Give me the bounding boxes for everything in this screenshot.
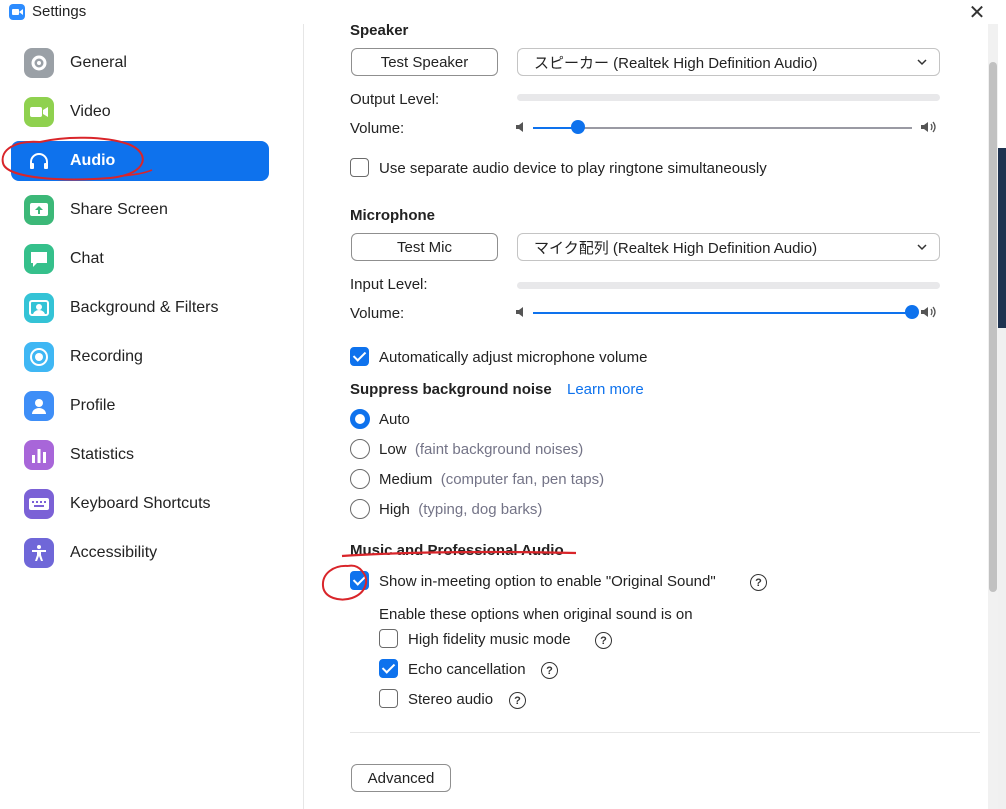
test-speaker-button[interactable]: Test Speaker	[351, 48, 498, 76]
sidebar-item-share-screen[interactable]: Share Screen	[11, 190, 269, 230]
output-level-meter	[517, 94, 940, 101]
suppress-auto-label: Auto	[379, 411, 410, 428]
help-icon[interactable]: ?	[541, 662, 558, 679]
window-title: Settings	[32, 3, 87, 20]
speaker-device-select[interactable]: スピーカー (Realtek High Definition Audio)	[517, 48, 940, 76]
original-sound-label: Show in-meeting option to enable "Origin…	[379, 573, 716, 590]
sidebar-item-background-filters[interactable]: Background & Filters	[11, 288, 269, 328]
echo-cancellation-checkbox[interactable]	[379, 659, 398, 678]
original-sound-caption: Enable these options when original sound…	[379, 606, 693, 623]
learn-more-link[interactable]: Learn more	[567, 381, 644, 398]
scrollbar-thumb[interactable]	[989, 62, 997, 592]
speaker-volume-label: Volume:	[350, 120, 405, 137]
share-screen-icon	[24, 195, 54, 225]
sidebar-item-general[interactable]: General	[11, 43, 269, 83]
close-button[interactable]: ✕	[962, 0, 992, 24]
sidebar-item-label: General	[70, 54, 127, 71]
speaker-volume-thumb[interactable]	[571, 120, 585, 134]
background-icon	[24, 293, 54, 323]
headphones-icon	[24, 146, 54, 176]
suppress-low-label: Low (faint background noises)	[379, 441, 584, 458]
sidebar-item-label: Profile	[70, 397, 116, 414]
test-mic-button[interactable]: Test Mic	[351, 233, 498, 261]
auto-adjust-mic-label: Automatically adjust microphone volume	[379, 349, 648, 366]
chevron-down-icon	[917, 59, 927, 66]
close-icon: ✕	[968, 1, 986, 24]
ringtone-separate-device-checkbox[interactable]	[350, 158, 369, 177]
sidebar-item-recording[interactable]: Recording	[11, 337, 269, 377]
sidebar-item-chat[interactable]: Chat	[11, 239, 269, 279]
echo-cancellation-label: Echo cancellation	[408, 661, 526, 678]
background-window-edge	[998, 328, 1006, 809]
input-level-label: Input Level:	[350, 276, 428, 293]
stereo-audio-label: Stereo audio	[408, 691, 494, 708]
microphone-device-select[interactable]: マイク配列 (Realtek High Definition Audio)	[517, 233, 940, 261]
volume-high-icon	[921, 121, 936, 133]
keyboard-icon	[24, 489, 54, 519]
mic-volume-fill	[533, 312, 912, 314]
sidebar-item-label: Audio	[70, 152, 116, 169]
section-divider	[350, 732, 980, 733]
help-icon[interactable]: ?	[595, 632, 612, 649]
audio-settings-panel: Speaker Test Speaker スピーカー (Realtek High…	[304, 24, 988, 809]
profile-icon	[24, 391, 54, 421]
ringtone-separate-device-label: Use separate audio device to play ringto…	[379, 160, 767, 177]
sidebar-item-label: Background & Filters	[70, 299, 219, 316]
high-fidelity-label: High fidelity music mode	[408, 631, 571, 648]
original-sound-checkbox[interactable]	[350, 571, 369, 590]
background-window-edge	[998, 148, 1006, 328]
speaker-volume-track[interactable]	[533, 127, 912, 129]
video-icon	[24, 97, 54, 127]
suppress-medium-radio[interactable]	[350, 469, 370, 489]
zoom-app-icon	[9, 4, 25, 20]
suppress-high-radio[interactable]	[350, 499, 370, 519]
recording-icon	[24, 342, 54, 372]
high-fidelity-checkbox[interactable]	[379, 629, 398, 648]
sidebar-item-label: Recording	[70, 348, 143, 365]
accessibility-icon	[24, 538, 54, 568]
suppress-medium-label: Medium (computer fan, pen taps)	[379, 471, 605, 488]
sidebar-item-statistics[interactable]: Statistics	[11, 435, 269, 475]
speaker-device-value: スピーカー (Realtek High Definition Audio)	[534, 54, 818, 72]
main-scrollbar[interactable]	[988, 24, 998, 809]
suppress-auto-radio[interactable]	[350, 409, 370, 429]
help-icon[interactable]: ?	[750, 574, 767, 591]
volume-high-icon	[921, 306, 936, 318]
volume-low-icon	[516, 122, 523, 132]
sidebar-item-label: Share Screen	[70, 201, 168, 218]
input-level-meter	[517, 282, 940, 289]
suppress-high-label: High (typing, dog barks)	[379, 501, 543, 518]
sidebar-item-label: Video	[70, 103, 111, 120]
advanced-button[interactable]: Advanced	[351, 764, 451, 792]
sidebar-item-video[interactable]: Video	[11, 92, 269, 132]
settings-sidebar: General Video Audio Share Screen Chat Ba…	[0, 24, 304, 809]
microphone-device-value: マイク配列 (Realtek High Definition Audio)	[534, 239, 818, 257]
help-icon[interactable]: ?	[509, 692, 526, 709]
sidebar-item-audio[interactable]: Audio	[11, 141, 269, 181]
microphone-section-title: Microphone	[350, 207, 435, 224]
sidebar-item-label: Chat	[70, 250, 104, 267]
mic-volume-label: Volume:	[350, 305, 405, 322]
chevron-down-icon	[917, 244, 927, 251]
gear-icon	[24, 48, 54, 78]
sidebar-item-profile[interactable]: Profile	[11, 386, 269, 426]
chat-icon	[24, 244, 54, 274]
statistics-icon	[24, 440, 54, 470]
sidebar-item-keyboard-shortcuts[interactable]: Keyboard Shortcuts	[11, 484, 269, 524]
sidebar-item-label: Accessibility	[70, 544, 158, 561]
suppress-low-radio[interactable]	[350, 439, 370, 459]
sidebar-item-label: Statistics	[70, 446, 135, 463]
title-bar: Settings ✕	[0, 0, 1006, 24]
stereo-audio-checkbox[interactable]	[379, 689, 398, 708]
sidebar-item-label: Keyboard Shortcuts	[70, 495, 211, 512]
output-level-label: Output Level:	[350, 91, 440, 108]
music-professional-audio-title: Music and Professional Audio	[350, 542, 564, 559]
mic-volume-thumb[interactable]	[905, 305, 919, 319]
speaker-section-title: Speaker	[350, 24, 409, 39]
sidebar-item-accessibility[interactable]: Accessibility	[11, 533, 269, 573]
volume-low-icon	[516, 307, 523, 317]
auto-adjust-mic-checkbox[interactable]	[350, 347, 369, 366]
suppress-noise-title: Suppress background noise	[350, 381, 552, 398]
